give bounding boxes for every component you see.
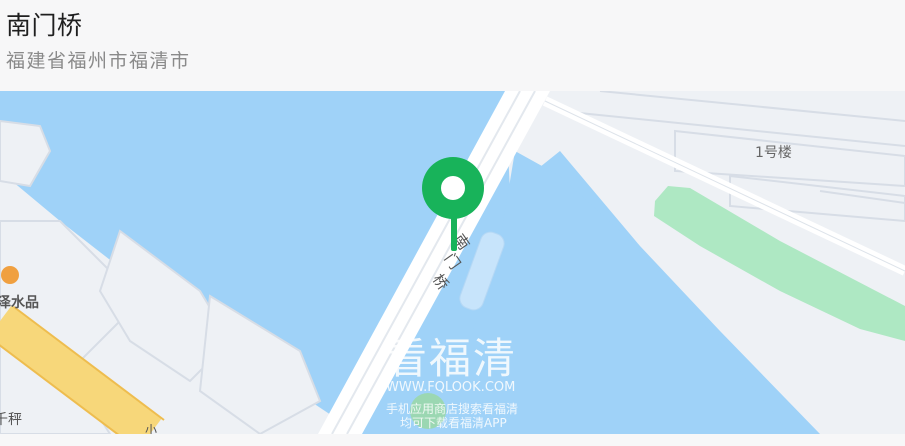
map-view[interactable]: 南 门 桥 1号楼 泽水品 千秤 小 看福清 WWW.FQLOOK.COM 手机… xyxy=(0,91,905,434)
watermark-url: WWW.FQLOOK.COM xyxy=(386,380,515,395)
location-address: 福建省福州市福清市 xyxy=(6,50,191,72)
watermark-line1: 手机应用商店搜索看福清 xyxy=(386,401,518,416)
poi-icon xyxy=(1,266,19,284)
watermark-line2: 均可下载看福清APP xyxy=(400,415,507,430)
footer-strip xyxy=(0,434,905,446)
map-canvas[interactable]: 南 门 桥 1号楼 泽水品 千秤 小 看福清 WWW.FQLOOK.COM 手机… xyxy=(0,91,905,434)
location-title: 南门桥 xyxy=(6,11,83,40)
road-label: 小 xyxy=(145,423,157,434)
poi-label: 泽水品 xyxy=(0,294,39,311)
location-header: 南门桥 福建省福州市福清市 xyxy=(0,0,905,91)
watermark: 看福清 WWW.FQLOOK.COM 手机应用商店搜索看福清 均可下载看福清AP… xyxy=(385,334,518,430)
watermark-logo: 看福清 xyxy=(385,334,517,383)
poi-label-2: 千秤 xyxy=(0,412,22,428)
building-label: 1号楼 xyxy=(755,145,792,161)
